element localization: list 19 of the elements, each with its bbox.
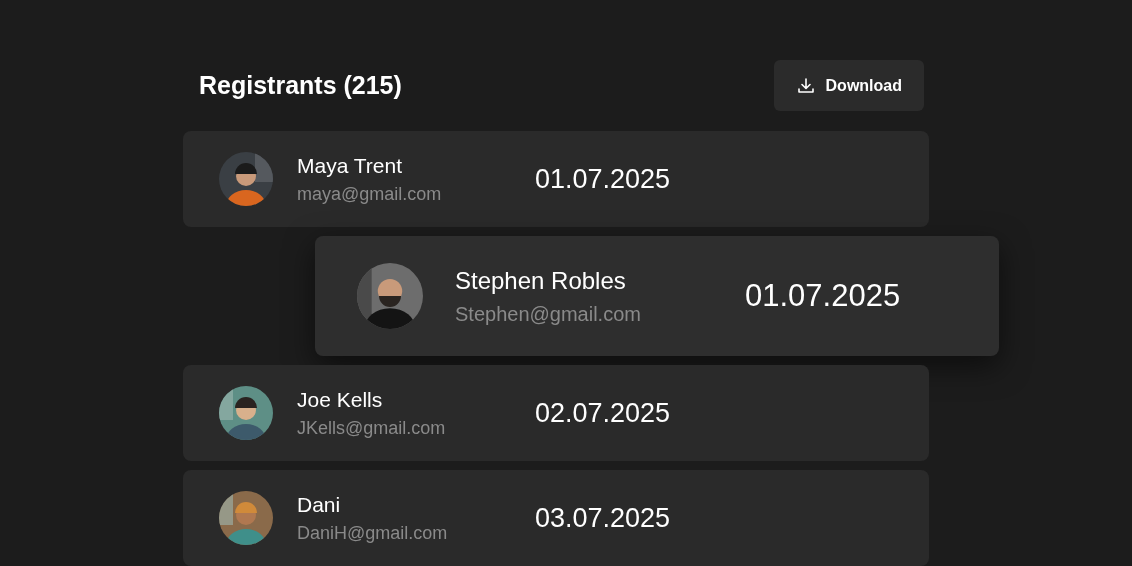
download-icon (795, 75, 816, 96)
registrant-name: Stephen Robles (455, 266, 627, 295)
registrant-card[interactable]: Maya Trent maya@gmail.com 01.07.2025 (183, 131, 929, 227)
registrant-email: Stephen@gmail.com (455, 302, 642, 326)
registration-date: 01.07.2025 (745, 278, 901, 314)
registrant-name: Joe Kells (297, 387, 384, 412)
registrant-card[interactable]: Dani DaniH@gmail.com 03.07.2025 (183, 470, 929, 566)
registrant-email: maya@gmail.com (297, 183, 443, 205)
dragged-registrant-card[interactable]: Stephen Robles Stephen@gmail.com 01.07.2025 (315, 236, 999, 356)
registration-date: 02.07.2025 (535, 397, 671, 429)
section-title: Registrants (215) (199, 71, 402, 100)
registration-date: 03.07.2025 (535, 502, 671, 534)
download-button[interactable]: Download (773, 60, 924, 111)
registrant-email: JKells@gmail.com (297, 417, 447, 439)
registration-date: 01.07.2025 (535, 163, 671, 195)
registrant-email: DaniH@gmail.com (297, 522, 449, 544)
registrant-name: Maya Trent (297, 153, 404, 178)
registrant-card[interactable]: Joe Kells JKells@gmail.com 02.07.2025 (183, 365, 929, 461)
registrant-name: Dani (297, 492, 342, 517)
